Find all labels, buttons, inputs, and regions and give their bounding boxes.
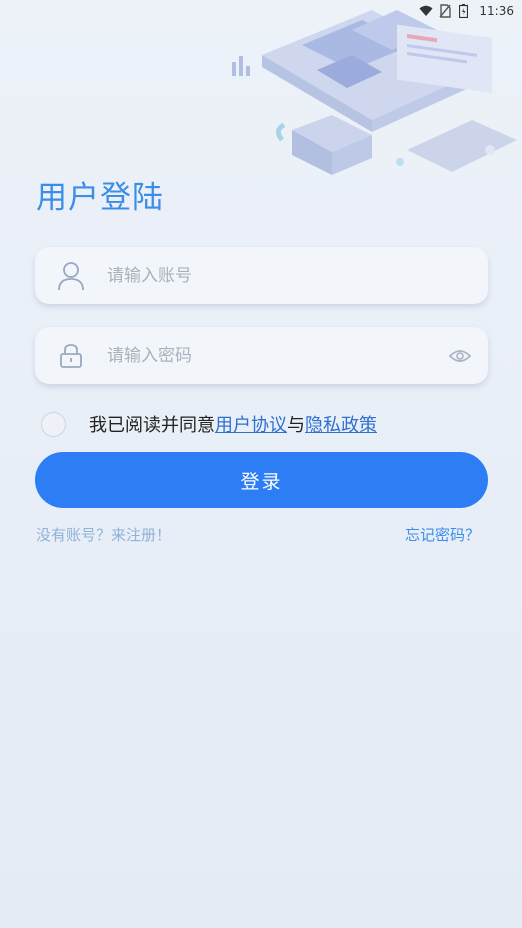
login-button[interactable]: 登录 [35, 452, 488, 508]
user-agreement-link[interactable]: 用户协议 [215, 411, 287, 437]
and-text: 与 [287, 415, 305, 436]
password-input[interactable] [107, 335, 432, 376]
eye-icon[interactable] [432, 327, 488, 384]
lock-icon [35, 327, 107, 384]
status-bar: 11:36 [0, 0, 522, 22]
wifi-icon [419, 4, 433, 18]
header-illustration [222, 0, 522, 200]
page-title: 用户登陆 [36, 180, 164, 216]
status-time: 11:36 [479, 4, 514, 18]
privacy-policy-link[interactable]: 隐私政策 [305, 411, 377, 437]
battery-icon [459, 4, 473, 19]
agree-text: 我已阅读并同意 [89, 415, 215, 436]
forgot-password-link[interactable]: 忘记密码？ [405, 524, 480, 545]
user-icon [35, 247, 107, 304]
agreement-row: 我已阅读并同意 用户协议 与 隐私政策 [41, 410, 377, 438]
register-link[interactable]: 没有账号？来注册！ [36, 524, 171, 545]
password-field[interactable] [35, 327, 488, 384]
account-input[interactable] [107, 255, 488, 296]
no-sim-icon [439, 4, 453, 18]
agree-checkbox[interactable] [41, 411, 66, 437]
account-field[interactable] [35, 247, 488, 304]
